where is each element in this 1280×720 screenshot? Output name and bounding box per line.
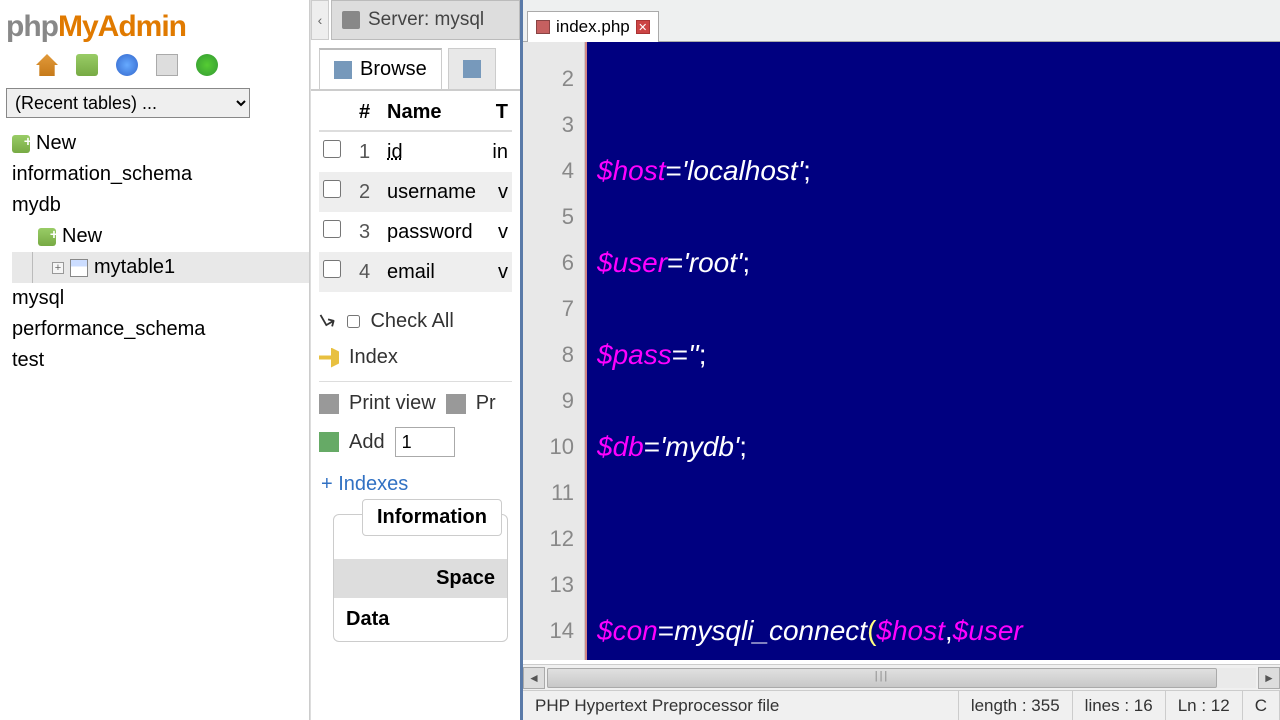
code-content[interactable]: $host='localhost'; $user='root'; $pass='… xyxy=(587,42,1280,660)
breadcrumb: Server: mysql xyxy=(331,0,520,40)
editor-tabbar: index.php ✕ xyxy=(523,0,1280,42)
line-gutter: 234567891011121314 xyxy=(523,42,585,660)
file-icon xyxy=(536,20,550,34)
structure-icon xyxy=(463,60,481,78)
row-checkbox[interactable] xyxy=(323,260,341,278)
expand-icon[interactable]: + xyxy=(52,262,64,274)
indexes-toggle[interactable]: + Indexes xyxy=(321,473,510,496)
logout-icon[interactable] xyxy=(76,54,98,76)
columns-header: # Name T xyxy=(319,95,512,132)
tree-db-performance_schema[interactable]: performance_schema xyxy=(12,314,309,345)
tree-label: mytable1 xyxy=(94,256,175,279)
db-tree: New information_schema mydb New + mytable… xyxy=(0,126,309,376)
collapse-button[interactable]: ‹ xyxy=(311,0,329,40)
file-tab-label: index.php xyxy=(556,17,630,37)
table-row: 3passwordv xyxy=(319,212,512,252)
editor-window: index.php ✕ 234567891011121314 $host='lo… xyxy=(520,0,1280,720)
pma-logo: phpMyAdmin xyxy=(0,0,309,48)
tab-browse[interactable]: Browse xyxy=(319,48,442,89)
status-filetype: PHP Hypertext Preprocessor file xyxy=(523,691,959,720)
home-icon[interactable] xyxy=(36,54,58,76)
table-actions: ↳Check All Index Print view Pr Add xyxy=(319,302,512,463)
table-row: 4emailv xyxy=(319,252,512,292)
row-checkbox[interactable] xyxy=(323,180,341,198)
col-num-header: # xyxy=(359,101,387,124)
status-line-number: Ln : 12 xyxy=(1166,691,1243,720)
add-count-input[interactable] xyxy=(395,427,455,457)
arrow-up-icon: ↳ xyxy=(314,305,343,337)
data-row-label: Data xyxy=(334,598,507,641)
tree-new[interactable]: New xyxy=(12,128,309,159)
information-box: Information Space Data xyxy=(333,514,508,642)
status-length: length : 355 xyxy=(959,691,1073,720)
code-area[interactable]: 234567891011121314 $host='localhost'; $u… xyxy=(523,42,1280,660)
col-name[interactable]: username xyxy=(387,181,498,204)
docs-icon[interactable] xyxy=(156,54,178,76)
print-view-link[interactable]: Print view xyxy=(349,392,436,415)
status-lines: lines : 16 xyxy=(1073,691,1166,720)
close-icon[interactable]: ✕ xyxy=(636,20,650,34)
table-row: 2usernamev xyxy=(319,172,512,212)
tab-label: Browse xyxy=(360,58,427,81)
tree-label: test xyxy=(12,349,44,372)
recent-tables-select[interactable]: (Recent tables) ... xyxy=(6,88,303,118)
pma-toolbar xyxy=(0,48,309,84)
status-bar: PHP Hypertext Preprocessor file length :… xyxy=(523,690,1280,720)
help-icon[interactable] xyxy=(116,54,138,76)
tree-db-information_schema[interactable]: information_schema xyxy=(12,159,309,190)
server-icon xyxy=(342,11,360,29)
col-name[interactable]: id xyxy=(387,141,492,164)
information-label: Information xyxy=(362,499,502,536)
tree-label: New xyxy=(62,225,102,248)
file-tab-index[interactable]: index.php ✕ xyxy=(527,11,659,42)
row-checkbox[interactable] xyxy=(323,140,341,158)
tab-structure[interactable] xyxy=(448,48,496,89)
scroll-right-icon[interactable]: ► xyxy=(1258,667,1280,689)
index-link[interactable]: Index xyxy=(349,346,398,369)
tree-db-mydb[interactable]: mydb xyxy=(12,190,309,221)
tree-label: performance_schema xyxy=(12,318,205,341)
col-type-header: T xyxy=(496,101,508,124)
new-icon xyxy=(12,135,30,153)
row-checkbox[interactable] xyxy=(323,220,341,238)
print-icon xyxy=(446,394,466,414)
space-header: Space xyxy=(334,559,507,598)
print-link[interactable]: Pr xyxy=(476,392,496,415)
breadcrumb-label: Server: mysql xyxy=(368,9,484,31)
tree-label: New xyxy=(36,132,76,155)
table-icon xyxy=(70,259,88,277)
pma-main: ‹ Server: mysql Browse # Name T 1idin 2u… xyxy=(310,0,520,720)
table-row: 1idin xyxy=(319,132,512,172)
col-name-header: Name xyxy=(387,101,496,124)
add-icon xyxy=(319,432,339,452)
tree-new-table[interactable]: New xyxy=(12,221,309,252)
scroll-left-icon[interactable]: ◄ xyxy=(523,667,545,689)
col-name[interactable]: email xyxy=(387,261,498,284)
tree-label: information_schema xyxy=(12,163,192,186)
scroll-thumb[interactable] xyxy=(547,668,1217,688)
scroll-track[interactable] xyxy=(547,668,1256,688)
check-all-label[interactable]: Check All xyxy=(370,310,453,333)
tree-table-mytable1[interactable]: + mytable1 xyxy=(12,252,309,283)
tree-db-mysql[interactable]: mysql xyxy=(12,283,309,314)
check-all-checkbox[interactable] xyxy=(347,315,360,328)
browse-icon xyxy=(334,61,352,79)
columns-table: # Name T 1idin 2usernamev 3passwordv 4em… xyxy=(319,95,512,292)
reload-icon[interactable] xyxy=(196,54,218,76)
col-name[interactable]: password xyxy=(387,221,498,244)
pma-sidebar: phpMyAdmin (Recent tables) ... New infor… xyxy=(0,0,310,720)
add-label: Add xyxy=(349,431,385,454)
tree-label: mysql xyxy=(12,287,64,310)
tree-label: mydb xyxy=(12,194,61,217)
tree-db-test[interactable]: test xyxy=(12,345,309,376)
index-icon xyxy=(319,348,339,368)
status-col: C xyxy=(1243,691,1280,720)
print-icon xyxy=(319,394,339,414)
pma-tabs: Browse xyxy=(319,48,520,89)
horizontal-scrollbar[interactable]: ◄ ► xyxy=(523,664,1280,690)
new-icon xyxy=(38,228,56,246)
